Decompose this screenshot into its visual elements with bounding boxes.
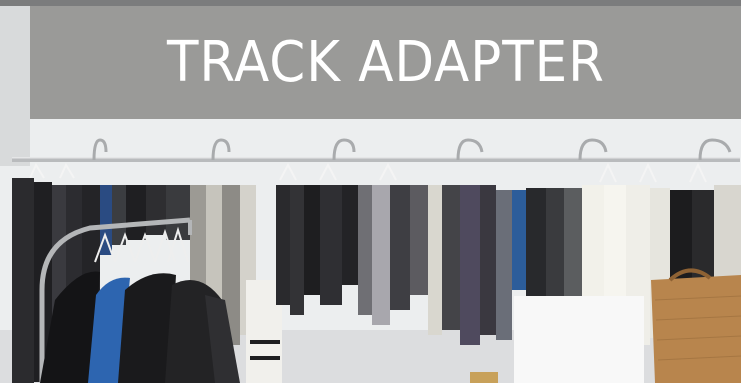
title-banner: TRACK ADAPTER bbox=[30, 6, 741, 119]
page-title: TRACK ADAPTER bbox=[166, 30, 605, 95]
woven-bag bbox=[651, 268, 741, 383]
display-block bbox=[514, 296, 644, 383]
